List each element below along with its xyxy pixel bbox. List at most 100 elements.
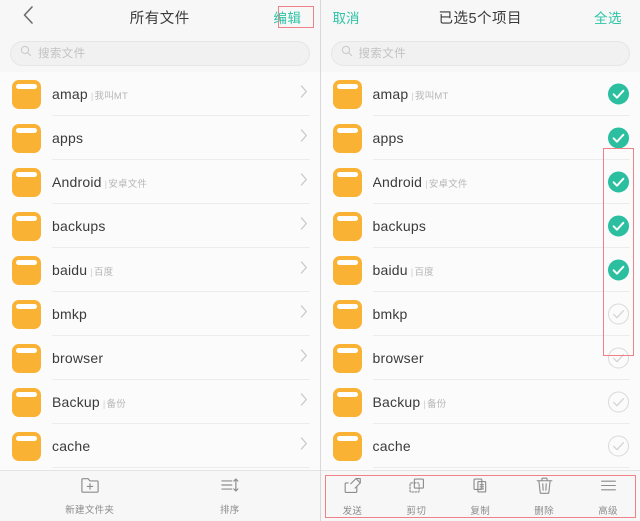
- edit-button-label: 编辑: [273, 11, 302, 26]
- file-name: amap: [372, 86, 409, 102]
- checkbox-checked[interactable]: [608, 127, 629, 149]
- menu-button[interactable]: 高级: [580, 476, 636, 517]
- search-placeholder: 搜索文件: [38, 48, 86, 60]
- panel-browse: 所有文件 编辑 搜索文件 amap |我叫MT apps Android |安卓文件 ba…: [0, 0, 320, 521]
- folder-icon: [12, 79, 41, 109]
- sort-label: 排序: [219, 505, 240, 516]
- search-area-left: 搜索文件: [0, 34, 320, 72]
- file-row[interactable]: apps: [320, 116, 640, 160]
- file-alias: |百度: [410, 267, 434, 278]
- cancel-button-label: 取消: [332, 11, 360, 26]
- chevron-right-icon: [300, 349, 308, 368]
- checkbox-unchecked[interactable]: [608, 303, 629, 325]
- folder-icon: [12, 387, 41, 417]
- trash-button[interactable]: 删除: [516, 476, 572, 517]
- edit-button[interactable]: 编辑: [256, 0, 320, 34]
- folder-icon: [332, 123, 362, 153]
- new-folder-label: 新建文件夹: [65, 505, 115, 516]
- file-row[interactable]: backups: [320, 204, 640, 248]
- file-row[interactable]: Android |安卓文件: [320, 160, 640, 204]
- checkbox-checked[interactable]: [608, 259, 629, 281]
- checkbox-checked[interactable]: [608, 215, 629, 237]
- checkbox-checked[interactable]: [608, 83, 629, 105]
- file-row-label: Android |安卓文件: [52, 174, 147, 190]
- file-row[interactable]: Backup |备份: [0, 380, 320, 424]
- new-folder-icon: [80, 476, 100, 499]
- file-row[interactable]: amap |我叫MT: [320, 72, 640, 116]
- file-row[interactable]: baidu |百度: [0, 248, 320, 292]
- file-row[interactable]: amap |我叫MT: [0, 72, 320, 116]
- chevron-right-icon: [300, 173, 308, 192]
- file-row-label: baidu |百度: [373, 262, 434, 278]
- folder-icon: [12, 167, 41, 197]
- file-row[interactable]: Backup |备份: [320, 380, 640, 424]
- back-button[interactable]: [0, 0, 56, 34]
- select-all-button[interactable]: 全选: [576, 0, 640, 34]
- cancel-button[interactable]: 取消: [333, 0, 360, 34]
- chevron-right-icon: [300, 437, 308, 456]
- file-name: Backup: [372, 394, 421, 410]
- folder-icon: [332, 167, 362, 197]
- select-all-label: 全选: [594, 11, 622, 26]
- chevron-right-icon: [300, 217, 308, 236]
- file-name: backups: [372, 218, 427, 234]
- checkbox-unchecked[interactable]: [608, 347, 629, 369]
- new-folder-button[interactable]: 新建文件夹: [62, 476, 118, 516]
- file-name: baidu: [52, 262, 88, 278]
- file-name: baidu: [372, 262, 408, 278]
- file-row[interactable]: backups: [0, 204, 320, 248]
- sort-icon: [220, 476, 240, 499]
- folder-icon: [332, 343, 362, 373]
- file-row-label: browser: [373, 350, 424, 366]
- chevron-left-icon: [22, 5, 35, 30]
- checkbox-unchecked[interactable]: [608, 435, 629, 457]
- file-row-label: Backup |备份: [52, 394, 126, 410]
- file-row[interactable]: apps: [0, 116, 320, 160]
- navbar-left: 所有文件 编辑: [0, 0, 320, 34]
- file-row-label: amap |我叫MT: [373, 86, 449, 102]
- file-row-label: cache: [373, 438, 411, 454]
- menu-label: 高级: [598, 505, 618, 517]
- folder-icon: [332, 79, 362, 109]
- sort-button[interactable]: 排序: [202, 476, 258, 516]
- file-alias: |备份: [423, 399, 447, 410]
- file-row-label: apps: [373, 130, 404, 146]
- share-button[interactable]: 发送: [324, 476, 380, 517]
- file-row[interactable]: bmkp: [0, 292, 320, 336]
- file-name: bmkp: [372, 306, 408, 322]
- file-row[interactable]: browser: [320, 336, 640, 380]
- checkbox-checked[interactable]: [608, 171, 629, 193]
- search-input[interactable]: 搜索文件: [10, 40, 310, 66]
- file-list-selection[interactable]: amap |我叫MT apps Android |安卓文件 backups baidu |百度…: [320, 72, 640, 470]
- folder-icon: [12, 299, 41, 329]
- chevron-right-icon: [300, 393, 308, 412]
- checkbox-unchecked[interactable]: [608, 391, 629, 413]
- file-name: Backup: [52, 394, 100, 410]
- file-row[interactable]: cache: [320, 424, 640, 468]
- file-row[interactable]: baidu |百度: [320, 248, 640, 292]
- folder-icon: [12, 431, 41, 461]
- file-row[interactable]: browser: [0, 336, 320, 380]
- file-row[interactable]: Android |安卓文件: [0, 160, 320, 204]
- file-row[interactable]: bmkp: [320, 292, 640, 336]
- folder-icon: [332, 387, 362, 417]
- file-name: apps: [372, 130, 404, 146]
- file-alias: |百度: [90, 267, 114, 278]
- chevron-right-icon: [300, 85, 308, 104]
- search-placeholder: 搜索文件: [358, 48, 407, 60]
- file-name: cache: [372, 438, 411, 454]
- copy-button[interactable]: 复制: [452, 476, 508, 517]
- copy-label: 复制: [470, 505, 491, 517]
- cut-button[interactable]: 剪切: [388, 476, 444, 517]
- search-input[interactable]: 搜索文件: [330, 40, 630, 66]
- share-icon: [343, 476, 362, 500]
- file-row[interactable]: cache: [0, 424, 320, 468]
- folder-icon: [332, 431, 362, 461]
- file-row-label: baidu |百度: [52, 262, 113, 278]
- file-name: apps: [52, 130, 84, 146]
- trash-icon: [535, 476, 554, 500]
- file-row-label: backups: [52, 218, 106, 234]
- file-row-label: bmkp: [373, 306, 408, 322]
- toolbar-browse: 新建文件夹 排序: [0, 470, 320, 521]
- file-list-browse[interactable]: amap |我叫MT apps Android |安卓文件 backups baidu |百度…: [0, 72, 320, 470]
